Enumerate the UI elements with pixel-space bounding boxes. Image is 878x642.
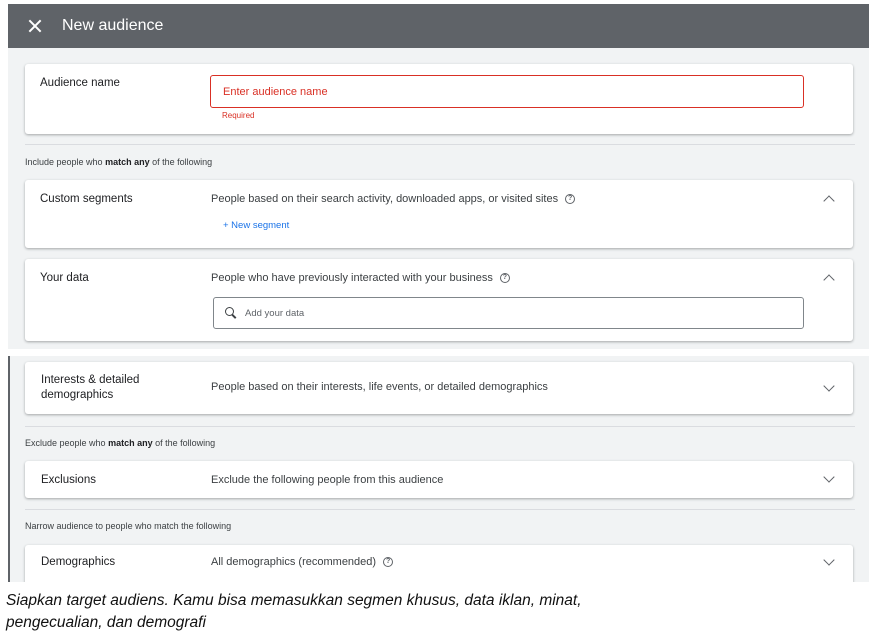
- close-icon[interactable]: [26, 17, 44, 35]
- help-icon[interactable]: ?: [565, 194, 576, 204]
- exclusions-description: Exclude the following people from this a…: [211, 474, 444, 486]
- chevron-up-icon[interactable]: [823, 274, 835, 286]
- your-data-label: Your data: [40, 272, 89, 284]
- interests-label: Interests & detailed demographics: [41, 374, 140, 401]
- narrow-note: Narrow audience to people who match the …: [25, 521, 232, 531]
- custom-segments-label: Custom segments: [40, 193, 133, 205]
- divider: [25, 509, 855, 510]
- search-icon: [225, 307, 237, 319]
- your-data-description: People who have previously interacted wi…: [211, 272, 510, 284]
- exclude-note: Exclude people who match any of the foll…: [25, 438, 216, 448]
- demographics-description: All demographics (recommended) ?: [211, 556, 394, 568]
- add-your-data-input[interactable]: Add your data: [213, 297, 804, 329]
- help-icon[interactable]: ?: [383, 557, 394, 567]
- chevron-up-icon[interactable]: [823, 195, 835, 207]
- interests-description: People based on their interests, life ev…: [211, 381, 548, 393]
- chevron-down-icon[interactable]: [823, 471, 835, 483]
- audience-name-placeholder: Enter audience name: [223, 85, 328, 98]
- chevron-down-icon[interactable]: [823, 554, 835, 566]
- screenshot-panel-bottom: Interests & detailed demographics People…: [8, 356, 869, 582]
- audience-name-label: Audience name: [40, 77, 120, 89]
- audience-name-error: Required: [222, 111, 255, 120]
- help-icon[interactable]: ?: [499, 273, 510, 283]
- demographics-label: Demographics: [41, 556, 116, 568]
- demographics-card: Demographics All demographics (recommend…: [25, 545, 853, 582]
- custom-segments-description: People based on their search activity, d…: [211, 193, 576, 205]
- include-note: Include people who match any of the foll…: [25, 157, 213, 167]
- divider: [25, 426, 855, 427]
- image-caption: Siapkan target audiens. Kamu bisa memasu…: [6, 592, 582, 631]
- divider: [25, 144, 855, 145]
- dialog-header: New audience: [8, 4, 869, 48]
- chevron-down-icon[interactable]: [823, 380, 835, 392]
- custom-segments-card: Custom segments People based on their se…: [25, 180, 853, 248]
- add-your-data-placeholder: Add your data: [245, 307, 305, 319]
- interests-card: Interests & detailed demographics People…: [25, 362, 853, 414]
- screenshot-panel-top: New audience Audience name Enter audienc…: [8, 4, 869, 349]
- audience-name-input[interactable]: Enter audience name: [210, 75, 804, 108]
- dialog-title: New audience: [62, 17, 164, 34]
- exclusions-card: Exclusions Exclude the following people …: [25, 461, 853, 498]
- new-segment-link[interactable]: + New segment: [223, 220, 289, 231]
- exclusions-label: Exclusions: [41, 474, 96, 486]
